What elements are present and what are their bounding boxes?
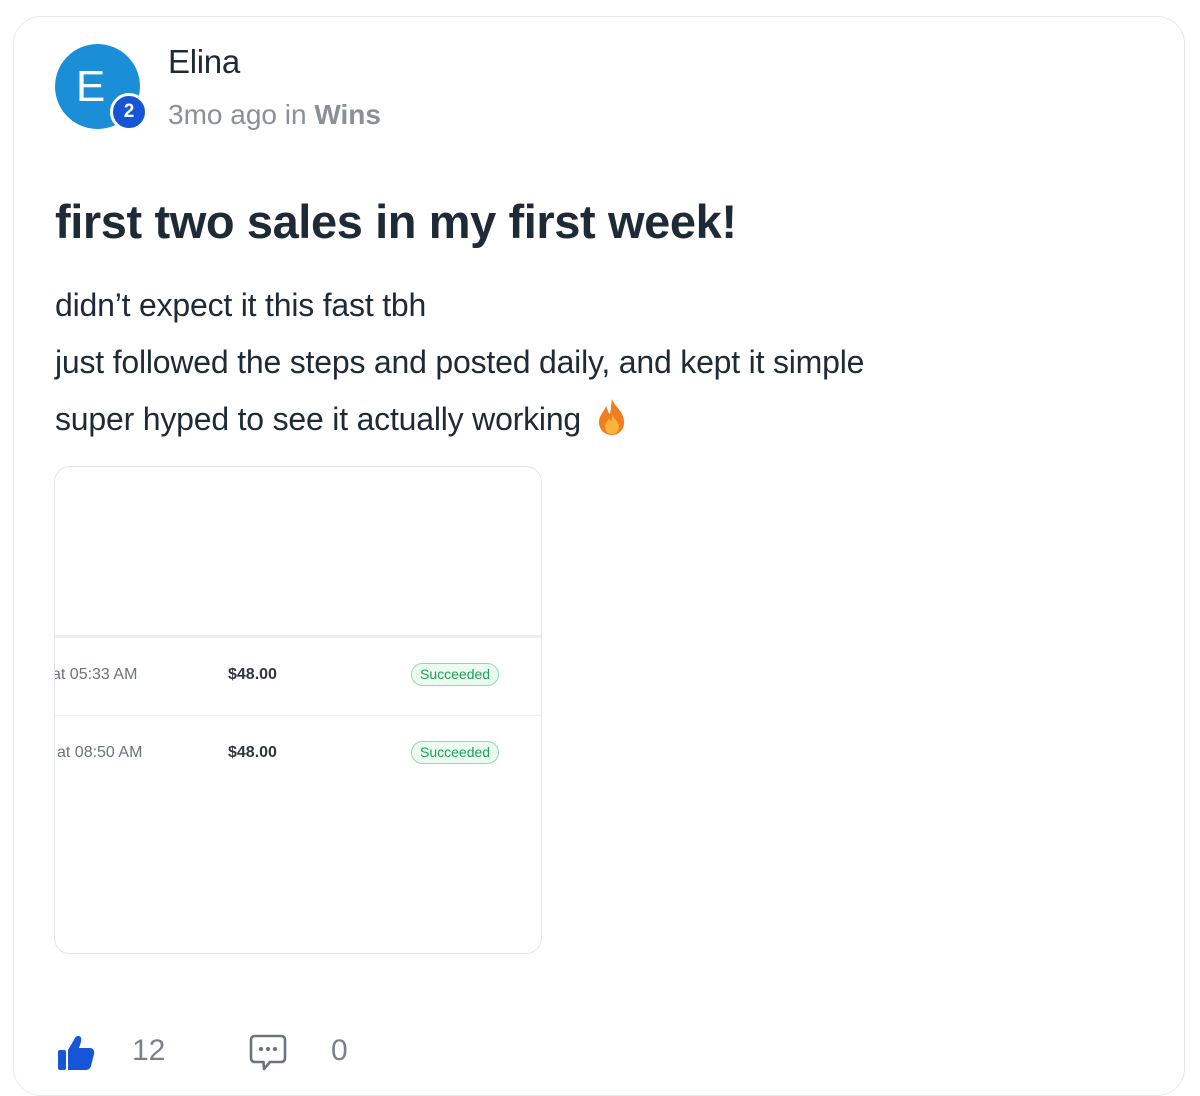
transaction-time: at 08:50 AM bbox=[57, 744, 143, 761]
avatar-initial: E bbox=[75, 62, 106, 111]
table-row: at 05:33 AM $48.00 Succeeded bbox=[55, 638, 541, 716]
flame-icon bbox=[599, 399, 625, 435]
author-name[interactable]: Elina bbox=[168, 43, 240, 81]
thumbs-up-icon[interactable] bbox=[56, 1033, 96, 1073]
post-time: 3mo ago in bbox=[168, 99, 315, 130]
body-line-text: super hyped to see it actually working bbox=[55, 401, 582, 437]
post-meta: 3mo ago in Wins bbox=[168, 99, 381, 131]
table-row: at 08:50 AM $48.00 Succeeded bbox=[55, 716, 541, 793]
comment-icon[interactable] bbox=[248, 1032, 288, 1072]
body-line: didn’t expect it this fast tbh bbox=[55, 287, 427, 323]
transaction-time: at 05:33 AM bbox=[54, 666, 138, 683]
comment-count: 0 bbox=[331, 1034, 348, 1067]
post-body: didn’t expect it this fast tbh just foll… bbox=[55, 279, 864, 450]
post-title[interactable]: first two sales in my first week! bbox=[55, 194, 737, 249]
body-line: just followed the steps and posted daily… bbox=[55, 344, 865, 380]
level-badge: 2 bbox=[110, 93, 148, 131]
attachment-image[interactable]: at 05:33 AM $48.00 Succeeded at 08:50 AM… bbox=[54, 466, 542, 954]
post-card: E 2 Elina 3mo ago in Wins first two sale… bbox=[13, 16, 1185, 1096]
like-count: 12 bbox=[132, 1034, 166, 1067]
category-link[interactable]: Wins bbox=[314, 99, 381, 130]
transaction-amount: $48.00 bbox=[228, 744, 277, 761]
status-badge: Succeeded bbox=[411, 663, 500, 686]
status-badge: Succeeded bbox=[411, 741, 500, 764]
post-actions: 12 0 bbox=[14, 1031, 1184, 1075]
transaction-amount: $48.00 bbox=[228, 666, 277, 683]
body-line: super hyped to see it actually working bbox=[55, 393, 864, 450]
